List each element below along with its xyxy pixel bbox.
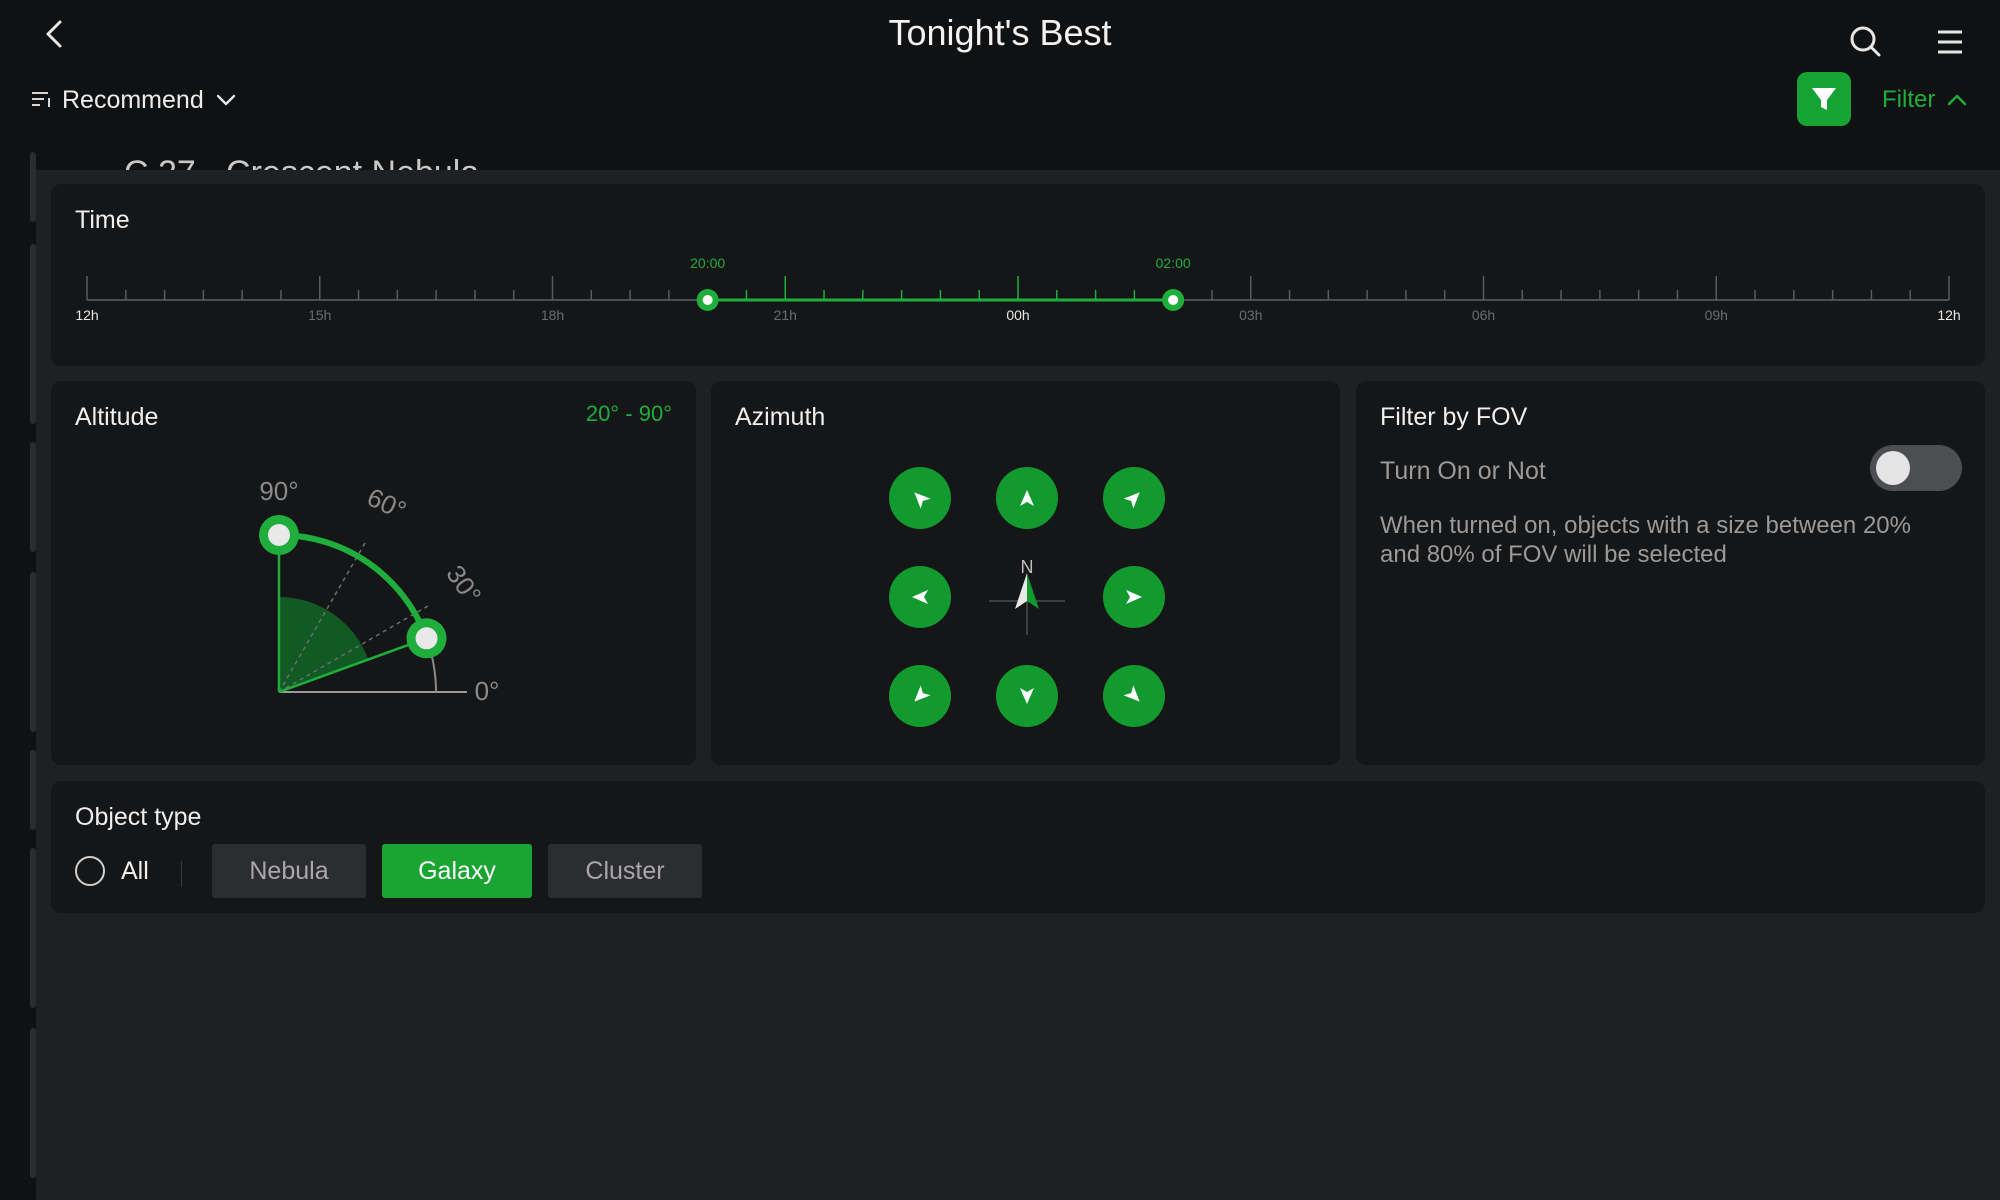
time-tick-label: 06h: [1472, 307, 1495, 323]
azimuth-filter-card: Azimuth N: [711, 381, 1340, 765]
sort-dropdown[interactable]: Recommend: [30, 82, 238, 118]
search-button[interactable]: [1846, 22, 1886, 62]
azimuth-north-button[interactable]: [996, 467, 1058, 529]
time-tick-label: 03h: [1239, 307, 1262, 323]
sort-label: Recommend: [62, 85, 204, 114]
altitude-label: 60°: [363, 482, 411, 526]
time-tick-label: 09h: [1705, 307, 1728, 323]
time-tick-label: 21h: [774, 307, 797, 323]
time-range-end-handle-dot: [1168, 295, 1179, 305]
page-title: Tonight's Best: [888, 12, 1112, 53]
object-type-card: Object type All Nebula Galaxy Cluster: [51, 781, 1985, 913]
time-filter-card: Time 12h 15h 18h 21h 00h 03h 06h 09h 12h 20:00 02:…: [51, 184, 1985, 366]
altitude-arc-slider[interactable]: 90° 60° 30° 0°: [51, 381, 696, 765]
filter-label: Filter: [1882, 86, 1936, 113]
chevron-down-icon: [216, 94, 235, 106]
search-icon: [1850, 26, 1881, 57]
azimuth-south-west-button[interactable]: [889, 665, 951, 727]
filter-collapse-toggle[interactable]: Filter: [1882, 82, 1969, 118]
arrow-south-east-icon: [1123, 685, 1140, 702]
arrow-south-icon: [1020, 688, 1034, 704]
altitude-max-handle-dot: [268, 524, 290, 546]
all-radio[interactable]: [75, 856, 105, 886]
fov-toggle-label: Turn On or Not: [1380, 457, 1546, 485]
arrow-south-west-icon: [914, 685, 931, 702]
azimuth-filter-title: Azimuth: [735, 403, 826, 431]
chip-cluster[interactable]: Cluster: [548, 844, 702, 898]
time-tick-label: 18h: [541, 307, 564, 323]
arrow-north-west-icon: [914, 492, 931, 509]
azimuth-south-east-button[interactable]: [1103, 665, 1165, 727]
fov-filter-title: Filter by FOV: [1380, 403, 1528, 431]
arrow-north-east-icon: [1123, 492, 1140, 509]
altitude-sector: [279, 597, 369, 692]
azimuth-west-button[interactable]: [889, 566, 951, 628]
all-label[interactable]: All: [121, 857, 149, 886]
funnel-icon: [1812, 88, 1836, 110]
sort-lines-icon: [32, 92, 50, 107]
divider: [181, 861, 182, 887]
fov-description: When turned on, objects with a size betw…: [1380, 512, 1911, 568]
filter-button[interactable]: [1797, 72, 1851, 126]
altitude-label: 0°: [475, 676, 500, 706]
chip-nebula[interactable]: Nebula: [212, 844, 366, 898]
fov-toggle-switch[interactable]: [1870, 445, 1962, 491]
chip-galaxy[interactable]: Galaxy: [382, 844, 532, 898]
altitude-label: 90°: [259, 476, 298, 506]
altitude-label: 30°: [440, 560, 487, 609]
time-tick-label: 00h: [1006, 307, 1029, 323]
arrow-north-icon: [1020, 490, 1034, 506]
time-range-start-label: 20:00: [690, 255, 725, 271]
hamburger-menu-icon: [1938, 30, 1962, 54]
top-bar: Tonight's Best Recommend Filter: [0, 0, 2000, 170]
time-range-end-label: 02:00: [1156, 255, 1191, 271]
chevron-up-icon: [1948, 94, 1967, 106]
list-item-title-behind-overlay: C 27 - Crescent Nebula: [124, 154, 479, 170]
time-tick-label: 12h: [75, 307, 98, 323]
altitude-min-handle-dot: [415, 627, 438, 650]
azimuth-north-west-button[interactable]: [889, 467, 951, 529]
time-tick-label: 12h: [1937, 307, 1960, 323]
arrow-west-icon: [912, 590, 928, 604]
compass-icon: [989, 573, 1065, 635]
azimuth-south-button[interactable]: [996, 665, 1058, 727]
object-type-title: Object type: [75, 803, 202, 831]
azimuth-east-button[interactable]: [1103, 566, 1165, 628]
time-tick-label: 15h: [308, 307, 331, 323]
fov-filter-card: Filter by FOV Turn On or Not When turned…: [1356, 381, 1985, 765]
time-range-start-handle-dot: [702, 295, 713, 305]
menu-button[interactable]: [1930, 22, 1970, 62]
altitude-filter-card: Altitude 20° - 90° 90° 60° 30° 0°: [51, 381, 696, 765]
azimuth-north-east-button[interactable]: [1103, 467, 1165, 529]
arrow-east-icon: [1126, 590, 1142, 604]
time-range-slider[interactable]: 12h 15h 18h 21h 00h 03h 06h 09h 12h 20:00 02:00: [51, 184, 1985, 366]
toggle-knob: [1876, 451, 1910, 485]
